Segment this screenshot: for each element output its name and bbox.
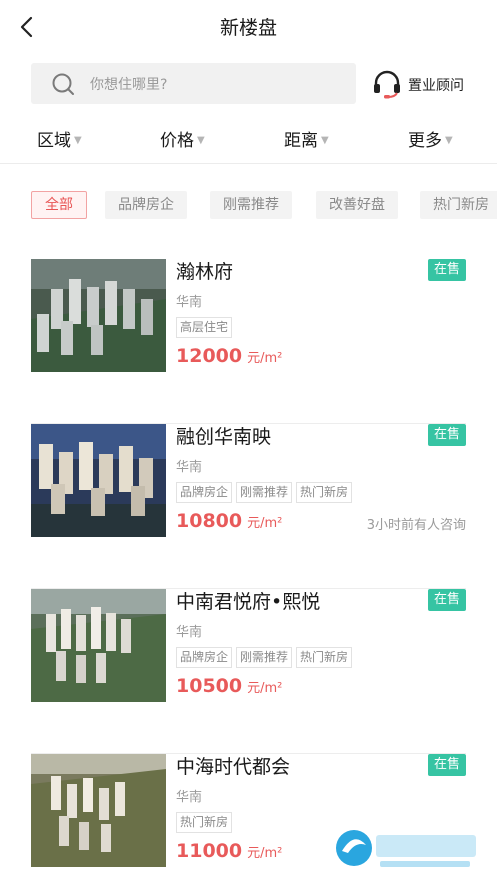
dropdown-arrow-icon: ▼ <box>321 135 329 146</box>
advisor-label: 置业顾问 <box>408 78 464 94</box>
page-title: 新楼盘 <box>219 17 277 39</box>
chip-all[interactable]: 全部 <box>31 191 87 219</box>
listing-price: 12000 元/m² <box>176 345 282 367</box>
filter-price[interactable]: 价格 ▼ <box>160 126 205 151</box>
price-unit: 元/m² <box>247 681 283 696</box>
listing-thumbnail <box>31 259 166 372</box>
price-value: 11000 <box>176 840 243 862</box>
price-unit: 元/m² <box>247 846 283 861</box>
listing-region: 华南 <box>176 295 203 310</box>
listing-thumbnail <box>31 754 166 867</box>
filter-label: 更多 <box>408 131 442 151</box>
listing-tag: 高层住宅 <box>176 317 233 338</box>
filter-region[interactable]: 区域 ▼ <box>37 126 82 151</box>
filter-label: 区域 <box>37 131 71 151</box>
price-value: 10500 <box>176 675 243 697</box>
watermark-logo <box>330 823 485 873</box>
listing-thumbnail <box>31 589 166 702</box>
status-badge: 在售 <box>427 259 466 281</box>
category-chips: 全部 品牌房企 刚需推荐 改善好盘 热门新房 <box>31 191 497 219</box>
listing-name: 中南君悦府•熙悦 <box>176 591 321 613</box>
listing-item[interactable]: 融创华南映 在售 华南 品牌房企 刚需推荐 热门新房 10800 元/m² 3小时前有… <box>31 424 466 589</box>
chip-upgrade[interactable]: 改善好盘 <box>316 191 398 219</box>
filter-label: 价格 <box>160 131 194 151</box>
listing-price: 11000 元/m² <box>176 840 282 862</box>
listing-tag: 品牌房企 <box>176 647 233 668</box>
status-badge: 在售 <box>427 424 466 446</box>
listing-tags: 热门新房 <box>176 811 236 833</box>
price-unit: 元/m² <box>247 516 283 531</box>
listing-region: 华南 <box>176 460 203 475</box>
listing-item[interactable]: 瀚林府 在售 华南 高层住宅 12000 元/m² <box>31 259 466 424</box>
listing-tag: 刚需推荐 <box>236 482 293 503</box>
search-icon <box>52 73 74 95</box>
top-bar: 新楼盘 <box>0 0 497 54</box>
price-unit: 元/m² <box>247 351 283 366</box>
listing-tag: 品牌房企 <box>176 482 233 503</box>
price-value: 12000 <box>176 345 243 367</box>
listing-thumbnail <box>31 424 166 537</box>
status-badge: 在售 <box>427 754 466 776</box>
filter-label: 距离 <box>284 131 318 151</box>
filter-bar: 区域 ▼ 价格 ▼ 距离 ▼ 更多 ▼ <box>0 118 497 164</box>
listing-tag: 刚需推荐 <box>236 647 293 668</box>
listing-region: 华南 <box>176 625 203 640</box>
advisor-button[interactable]: 置业顾问 <box>371 66 481 102</box>
search-placeholder: 你想住哪里? <box>90 77 168 93</box>
status-badge: 在售 <box>427 589 466 611</box>
listing-tags: 高层住宅 <box>176 316 236 338</box>
chip-essential[interactable]: 刚需推荐 <box>210 191 292 219</box>
listing-name: 中海时代都会 <box>176 756 291 778</box>
listing-tag: 热门新房 <box>296 482 353 503</box>
consult-note: 3小时前有人咨询 <box>366 518 466 533</box>
headset-icon <box>374 70 400 99</box>
search-input[interactable]: 你想住哪里? <box>31 63 356 104</box>
chip-brand[interactable]: 品牌房企 <box>105 191 187 219</box>
listing-tags: 品牌房企 刚需推荐 热门新房 <box>176 646 356 668</box>
listing-region: 华南 <box>176 790 203 805</box>
filter-distance[interactable]: 距离 ▼ <box>284 126 329 151</box>
dropdown-arrow-icon: ▼ <box>445 135 453 146</box>
listing-tag: 热门新房 <box>296 647 353 668</box>
listing-tag: 热门新房 <box>176 812 233 833</box>
listing-item[interactable]: 中南君悦府•熙悦 在售 华南 品牌房企 刚需推荐 热门新房 10500 元/m² <box>31 589 466 754</box>
filter-more[interactable]: 更多 ▼ <box>408 126 453 151</box>
dropdown-arrow-icon: ▼ <box>197 135 205 146</box>
listing-price: 10800 元/m² <box>176 510 282 532</box>
price-value: 10800 <box>176 510 243 532</box>
listing-name: 瀚林府 <box>176 261 234 283</box>
chip-hot[interactable]: 热门新房 <box>420 191 497 219</box>
listing-name: 融创华南映 <box>176 426 272 448</box>
dropdown-arrow-icon: ▼ <box>74 135 82 146</box>
listing-tags: 品牌房企 刚需推荐 热门新房 <box>176 481 356 503</box>
listing-price: 10500 元/m² <box>176 675 282 697</box>
